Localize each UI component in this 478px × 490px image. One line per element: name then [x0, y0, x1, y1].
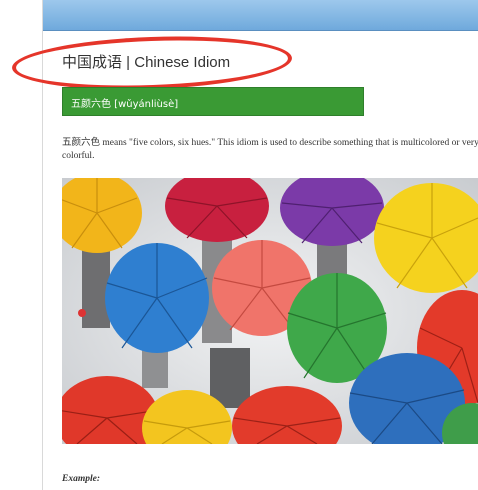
example-label: Example:	[62, 474, 100, 484]
umbrella-illustration-graphic	[62, 178, 478, 444]
browser-top-bar	[43, 0, 478, 31]
umbrella-blue-left	[105, 243, 209, 353]
idiom-banner-text: 五颜六色 [wǔyánliùsè]	[71, 99, 179, 110]
page-title: 中国成语 | Chinese Idiom	[62, 54, 231, 71]
idiom-description: 五颜六色 means "five colors, six hues." This…	[62, 138, 478, 161]
idiom-banner: 五颜六色 [wǔyánliùsè]	[62, 87, 364, 116]
umbrella-illustration	[62, 178, 478, 444]
